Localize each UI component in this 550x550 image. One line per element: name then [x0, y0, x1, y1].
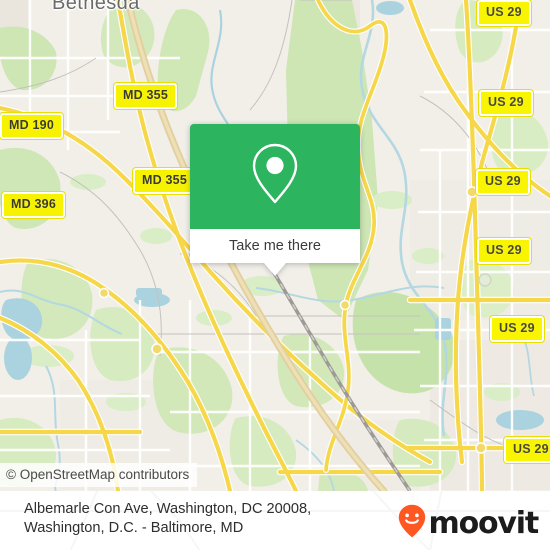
shield-md-396[interactable]: MD 396 [1, 191, 66, 219]
shield-us-29-5[interactable]: US 29 [489, 315, 545, 343]
moovit-smiley-pin-icon [398, 504, 426, 543]
shield-us-29-2[interactable]: US 29 [478, 89, 534, 117]
shield-us-29-3[interactable]: US 29 [475, 168, 531, 196]
map-label-bethesda: Bethesda [52, 0, 140, 14]
take-me-there-label: Take me there [229, 238, 321, 254]
moovit-wordmark: moovit [428, 505, 540, 541]
callout-footer[interactable]: Take me there [190, 229, 360, 263]
screenshot-root: Bethesda MD 355 MD 190 MD 355 MD 396 US … [0, 0, 550, 550]
shield-md-190[interactable]: MD 190 [0, 112, 64, 140]
shield-us-29-1[interactable]: US 29 [476, 0, 532, 27]
map-pin-icon [248, 141, 302, 212]
callout-header [190, 124, 360, 229]
shield-us-29-4[interactable]: US 29 [476, 237, 532, 265]
shield-md-355-south[interactable]: MD 355 [132, 167, 197, 195]
shield-us-29-6[interactable]: US 29 [503, 436, 550, 464]
moovit-logo[interactable]: moovit [398, 504, 540, 543]
location-title: Albemarle Con Ave, Washington, DC 20008,… [24, 500, 379, 538]
map-attribution[interactable]: © OpenStreetMap contributors [0, 463, 198, 487]
address-line-2: Washington, D.C. - Baltimore, MD [24, 520, 244, 536]
footer-bar: Albemarle Con Ave, Washington, DC 20008,… [0, 491, 550, 550]
address-line-1: Albemarle Con Ave, Washington, DC 20008, [24, 501, 312, 517]
take-me-there-callout[interactable]: Take me there [190, 124, 360, 276]
map-canvas[interactable]: Bethesda MD 355 MD 190 MD 355 MD 396 US … [0, 0, 550, 491]
callout-tail [264, 263, 286, 276]
shield-md-355-north[interactable]: MD 355 [113, 82, 178, 110]
